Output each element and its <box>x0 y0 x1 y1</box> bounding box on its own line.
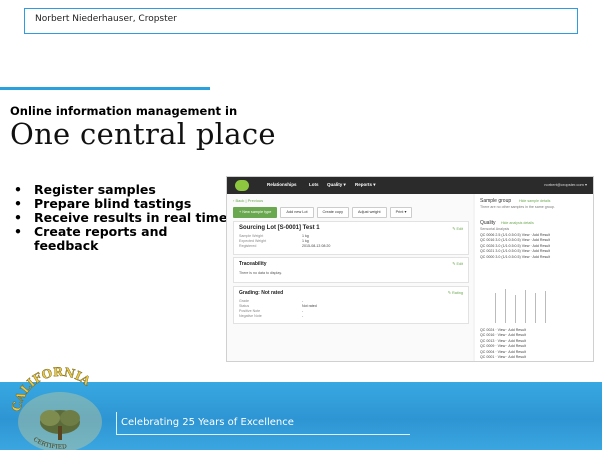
traceability-card: Traceability ✎ Edit There is no data to … <box>233 257 469 283</box>
bullet-item: Receive results in real time <box>14 211 234 226</box>
analysis-list: QC 0006 2.5 (1/1:0.5:0.5) View · Add Res… <box>480 233 550 260</box>
field-label: Negative Note <box>239 314 262 318</box>
traceability-edit-link[interactable]: ✎ Edit <box>452 261 463 266</box>
bullet-item: Prepare blind tastings <box>14 197 234 212</box>
create-copy-button[interactable]: Create copy <box>316 207 349 218</box>
analysis-label: Sensorial Analysis <box>480 227 510 231</box>
bullet-item: Register samples <box>14 183 234 198</box>
field-value: 2015-08-13 08:20 <box>302 244 331 248</box>
sample-group-note: There are no other samples in the same g… <box>480 205 555 209</box>
analysis-row[interactable]: QC 0000 3.0 (1/1:0.5:0.5) View · Add Res… <box>480 255 550 260</box>
action-buttons: + New sample type Add new Lot Create cop… <box>233 207 413 218</box>
footer-underline <box>116 434 410 435</box>
lot-card: Sourcing Lot [S-0001] Test 1 ✎ Edit Samp… <box>233 221 469 255</box>
grading-rating-link[interactable]: ✎ Rating <box>448 290 463 295</box>
result-list: QC 0024 · View · Add Result QC 0016 · Vi… <box>480 328 526 360</box>
lot-edit-link[interactable]: ✎ Edit <box>452 226 463 231</box>
quality-title: Quality <box>480 220 496 226</box>
user-menu[interactable]: norbert@cropster.com ▾ <box>544 182 587 187</box>
cupping-chart <box>481 287 565 327</box>
app-topbar: Relationships Lots Quality ▾ Reports ▾ n… <box>227 177 593 194</box>
print-button[interactable]: Print ▾ <box>389 207 413 218</box>
sample-group-title: Sample group <box>480 198 512 204</box>
bullet-list: Register samples Prepare blind tastings … <box>14 183 234 253</box>
speaker-box: Norbert Niederhauser, Cropster <box>24 8 578 34</box>
footer-text: Celebrating 25 Years of Excellence <box>121 417 294 428</box>
california-seal-logo: CALIFORNIA CERTIFIED <box>9 365 102 450</box>
hide-analysis-details-link[interactable]: Hide analysis details <box>501 221 534 225</box>
grading-card: Grading: Not rated ✎ Rating Grade - Stat… <box>233 286 469 324</box>
app-logo-icon <box>235 180 249 191</box>
nav-reports[interactable]: Reports ▾ <box>355 182 376 188</box>
app-main: ‹ Back | Previous + New sample type Add … <box>227 194 473 361</box>
traceability-empty: There is no data to display. <box>239 271 282 275</box>
new-sample-type-button[interactable]: + New sample type <box>233 207 278 218</box>
accent-divider <box>0 87 210 90</box>
field-label: Registered <box>239 244 257 248</box>
field-value: - <box>302 314 304 318</box>
field-value: Not rated <box>302 304 317 308</box>
hide-sample-details-link[interactable]: Hide sample details <box>519 199 550 203</box>
app-screenshot: Relationships Lots Quality ▾ Reports ▾ n… <box>226 176 594 362</box>
result-row[interactable]: QC 0009 · View · Add Result <box>480 344 526 349</box>
nav-quality[interactable]: Quality ▾ <box>327 182 346 188</box>
lot-title: Sourcing Lot [S-0001] Test 1 <box>239 225 320 231</box>
result-row[interactable]: QC 0001 · View · Add Result <box>480 355 526 360</box>
slide-title: One central place <box>10 117 276 151</box>
slide-kicker: Online information management in <box>10 104 238 118</box>
bullet-item: Create reports and feedback <box>14 225 234 253</box>
app-sidebar: Sample group Hide sample details There a… <box>475 194 593 361</box>
grading-title: Grading: Not rated <box>239 290 284 296</box>
speaker-name: Norbert Niederhauser, Cropster <box>35 14 177 24</box>
breadcrumb[interactable]: ‹ Back | Previous <box>233 198 263 203</box>
footer-tag-rule <box>116 412 117 434</box>
nav-relationships[interactable]: Relationships <box>267 182 297 187</box>
adjust-weight-button[interactable]: Adjust weight <box>352 207 387 218</box>
traceability-title: Traceability <box>239 261 267 267</box>
nav-lots[interactable]: Lots <box>309 182 319 187</box>
add-lot-button[interactable]: Add new Lot <box>280 207 314 218</box>
analysis-row[interactable]: QC 0021 3.0 (1/1:0.5:0.5) View · Add Res… <box>480 249 550 254</box>
